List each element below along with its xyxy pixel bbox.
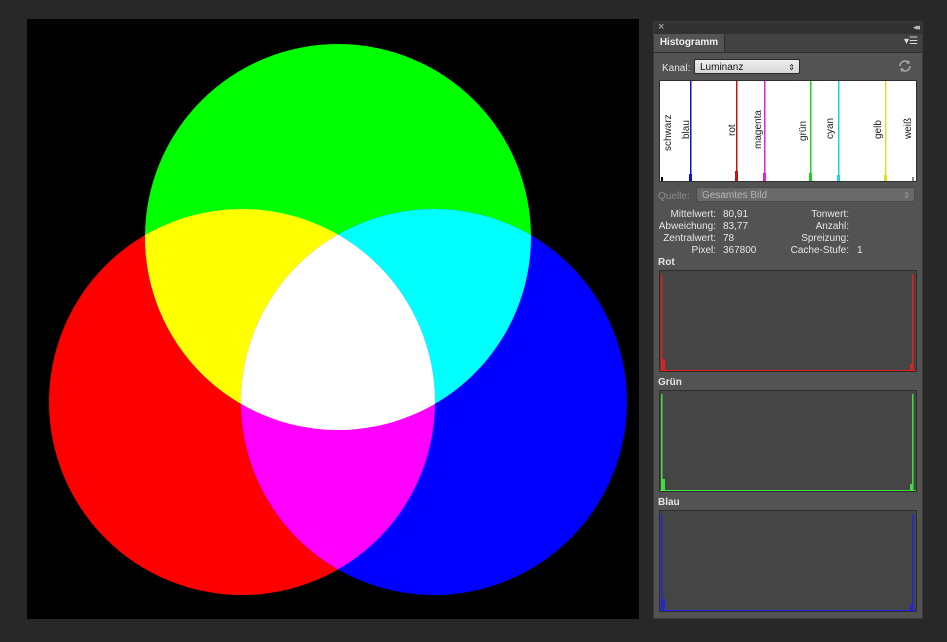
panel-menu-icon[interactable]: ▾☰ bbox=[904, 36, 918, 47]
label-blau: blau bbox=[681, 120, 692, 139]
collapse-icon[interactable]: ◂◂ bbox=[913, 22, 920, 33]
channel-label: Kanal: bbox=[662, 63, 691, 74]
spike-schwarz bbox=[661, 177, 663, 181]
label-schwarz: schwarz bbox=[663, 114, 674, 151]
stat-mean-label: Mittelwert: bbox=[670, 209, 716, 220]
close-icon[interactable]: × bbox=[658, 21, 664, 33]
histogram-red-graph bbox=[660, 274, 916, 371]
spike-cyan bbox=[838, 81, 840, 181]
channel-select-value: Luminanz bbox=[700, 62, 744, 73]
label-rot: rot bbox=[727, 124, 738, 136]
histogram-red bbox=[659, 270, 917, 372]
document-canvas[interactable] bbox=[27, 19, 639, 619]
label-weiss: weiß bbox=[903, 117, 914, 139]
panel-tab-row: Histogramm ▾☰ bbox=[654, 34, 922, 53]
stat-pixels-value: 367800 bbox=[723, 245, 757, 256]
label-magenta: magenta bbox=[753, 110, 764, 149]
label-gruen: grün bbox=[798, 120, 809, 141]
luminance-histogram: schwarz blau rot magenta grün cyan gelb … bbox=[659, 80, 917, 182]
stat-deviation-value: 83,77 bbox=[723, 221, 749, 232]
stat-mean-value: 80,91 bbox=[723, 209, 749, 220]
source-label: Quelle: bbox=[658, 191, 690, 202]
source-select[interactable]: Gesamtes Bild ⇕ bbox=[696, 187, 915, 202]
channel-select[interactable]: Luminanz ⇕ bbox=[694, 59, 800, 74]
histogram-green bbox=[659, 390, 917, 492]
panel-title-bar: × ◂◂ bbox=[654, 21, 922, 34]
channel-title-red: Rot bbox=[658, 257, 675, 268]
stat-deviation-label: Abweichung: bbox=[658, 221, 716, 232]
refresh-icon[interactable] bbox=[897, 58, 913, 74]
spike-gruen bbox=[810, 81, 812, 181]
rgb-venn-image bbox=[27, 19, 639, 619]
channel-title-blue: Blau bbox=[658, 497, 680, 508]
label-cyan: cyan bbox=[825, 117, 836, 139]
stat-percentile-label: Spreizung: bbox=[801, 233, 849, 244]
stat-median-label: Zentralwert: bbox=[663, 233, 716, 244]
updown-arrow-icon: ⇕ bbox=[903, 191, 910, 200]
spike-gelb bbox=[885, 81, 887, 181]
histogram-blue-graph bbox=[660, 514, 916, 611]
updown-arrow-icon: ⇕ bbox=[788, 63, 795, 72]
histogram-green-graph bbox=[660, 394, 916, 491]
stat-pixels-label: Pixel: bbox=[691, 245, 716, 256]
spike-magenta bbox=[764, 81, 766, 181]
stat-cache-value: 1 bbox=[857, 245, 863, 256]
stat-level-label: Tonwert: bbox=[811, 209, 849, 220]
spike-weiss bbox=[912, 177, 914, 181]
channel-title-green: Grün bbox=[658, 377, 682, 388]
stat-count-label: Anzahl: bbox=[815, 221, 849, 232]
label-gelb: gelb bbox=[873, 120, 884, 139]
stat-median-value: 78 bbox=[723, 233, 735, 244]
source-select-value: Gesamtes Bild bbox=[702, 190, 768, 201]
tab-histogram[interactable]: Histogramm bbox=[654, 34, 725, 52]
stat-cache-label: Cache-Stufe: bbox=[790, 245, 849, 256]
histogram-panel: × ◂◂ Histogramm ▾☰ Kanal: Luminanz ⇕ sch… bbox=[653, 21, 923, 619]
histogram-blue bbox=[659, 510, 917, 612]
